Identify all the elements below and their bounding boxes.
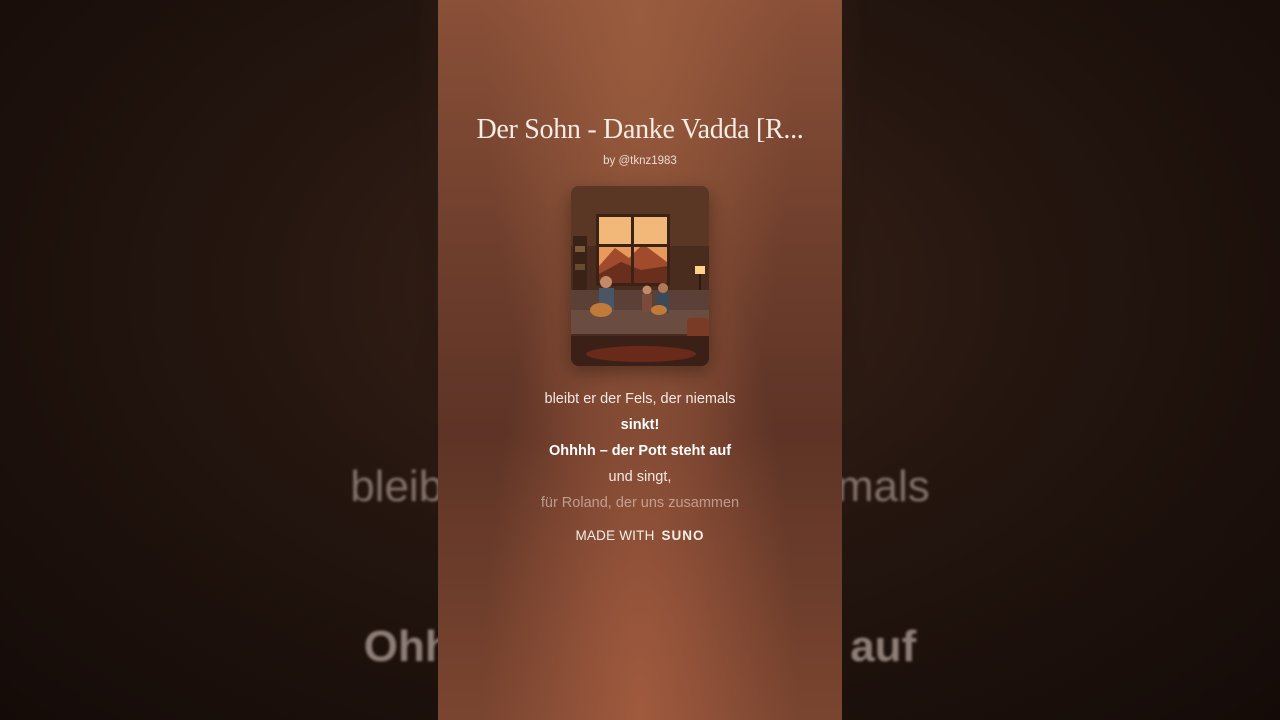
lyrics-block: bleibt er der Fels, der niemals sinkt! O… [438, 388, 842, 518]
lyric-line-upcoming: für Roland, der uns zusammen [540, 495, 740, 511]
made-with-label: MADE WITH [575, 528, 655, 543]
video-panel: Der Sohn - Danke Vadda [R... by @tknz198… [438, 0, 842, 720]
lyric-line-current: sinkt! [620, 417, 660, 433]
lyric-line: und singt, [608, 469, 672, 485]
made-with-suno-watermark: MADE WITH SUNO [438, 528, 842, 543]
album-cover-image [571, 186, 709, 366]
lyric-line-current: Ohhhh – der Pott steht auf [548, 443, 732, 459]
suno-logo: SUNO [661, 528, 705, 543]
video-frame: bleibt er der Fels, der niemals Ohhhh – … [0, 0, 1280, 720]
lyric-line: bleibt er der Fels, der niemals [544, 391, 736, 407]
song-artist: by @tknz1983 [603, 155, 677, 167]
song-title: Der Sohn - Danke Vadda [R... [476, 114, 804, 145]
